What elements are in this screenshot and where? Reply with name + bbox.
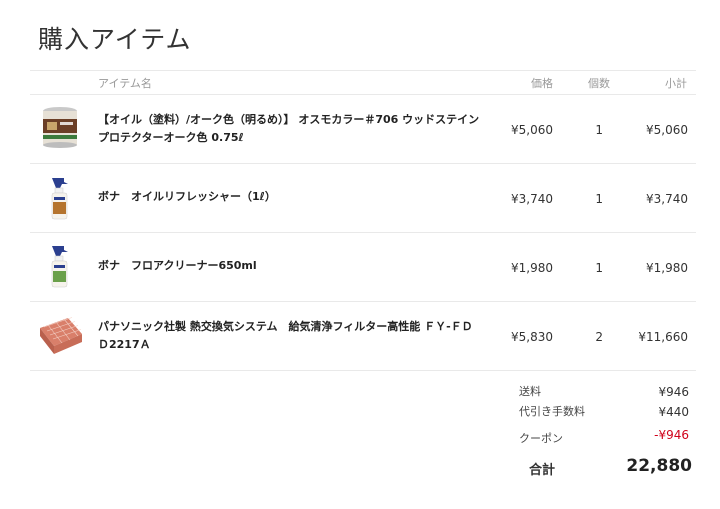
purchase-items-page: 購入アイテム アイテム名 価格 個数 小計 【オイル（塗料）/オーク色（明るめ）… [0,0,720,509]
filter-icon[interactable] [38,314,84,358]
item-qty: 1 [595,192,603,206]
column-header-qty: 個数 [588,77,610,90]
coupon-value: -¥946 [654,428,689,442]
item-price: ¥3,740 [511,192,553,206]
item-subtotal: ¥1,980 [646,261,688,275]
item-qty: 1 [595,261,603,275]
table-row: パナソニック社製 熱交換気システム 給気清浄フィルター高性能 ＦＹ-ＦＤＤ221… [30,302,696,370]
item-price: ¥1,980 [511,261,553,275]
paint-can-icon[interactable] [38,105,82,149]
item-qty: 1 [595,123,603,137]
item-subtotal: ¥11,660 [638,330,688,344]
item-qty: 2 [595,330,603,344]
page-title: 購入アイテム [38,25,192,54]
item-name[interactable]: ボナ オイルリフレッシャー（1ℓ） [98,188,483,206]
column-header-subtotal: 小計 [665,77,687,90]
item-price: ¥5,830 [511,330,553,344]
spray-bottle-icon[interactable] [38,176,82,220]
column-header-price: 価格 [531,77,553,90]
shipping-value: ¥946 [658,385,689,399]
total-label: 合計 [529,463,556,478]
spray-bottle-icon[interactable] [38,244,82,288]
cod-fee-label: 代引き手数料 [519,405,585,418]
shipping-label: 送料 [519,385,541,398]
divider [30,370,696,371]
item-price: ¥5,060 [511,123,553,137]
cod-fee-value: ¥440 [658,405,689,419]
column-header-item: アイテム名 [98,77,152,90]
table-row: ボナ フロアクリーナー650ml ¥1,980 1 ¥1,980 [30,233,696,301]
total-value: 22,880 [626,456,692,476]
divider [30,70,696,71]
item-name[interactable]: パナソニック社製 熱交換気システム 給気清浄フィルター高性能 ＦＹ-ＦＤＤ221… [98,318,483,354]
item-subtotal: ¥3,740 [646,192,688,206]
table-row: ボナ オイルリフレッシャー（1ℓ） ¥3,740 1 ¥3,740 [30,164,696,232]
item-subtotal: ¥5,060 [646,123,688,137]
table-row: 【オイル（塗料）/オーク色（明るめ）】 オスモカラー＃706 ウッドステインプロ… [30,95,696,163]
coupon-label: クーポン [519,432,563,445]
item-name[interactable]: 【オイル（塗料）/オーク色（明るめ）】 オスモカラー＃706 ウッドステインプロ… [98,111,483,147]
item-name[interactable]: ボナ フロアクリーナー650ml [98,257,483,275]
